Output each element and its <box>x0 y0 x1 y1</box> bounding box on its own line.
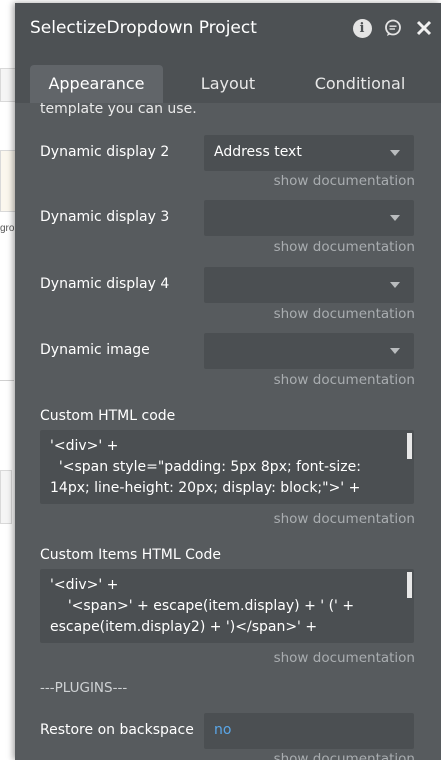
chevron-down-icon <box>390 348 400 354</box>
canvas-element-fragment <box>0 470 12 524</box>
dynamic-image-dropdown[interactable] <box>204 333 414 369</box>
show-documentation-link[interactable]: show documentation <box>274 173 415 189</box>
show-documentation-link[interactable]: show documentation <box>274 511 415 527</box>
code-scrollbar[interactable] <box>407 433 412 459</box>
show-documentation-link[interactable]: show documentation <box>274 650 415 666</box>
chat-icon[interactable] <box>382 17 404 39</box>
canvas-element-fragment <box>0 68 16 102</box>
intro-text: template you can use. <box>40 103 197 117</box>
dynamic-display-3-label: Dynamic display 3 <box>40 209 170 225</box>
dynamic-display-2-label: Dynamic display 2 <box>40 144 170 160</box>
tab-conditional[interactable]: Conditional <box>293 65 427 103</box>
dynamic-image-label: Dynamic image <box>40 342 150 358</box>
info-icon[interactable]: i <box>351 17 373 39</box>
restore-on-backspace-input[interactable]: no <box>204 713 414 749</box>
dynamic-display-4-dropdown[interactable] <box>204 267 414 303</box>
custom-html-label: Custom HTML code <box>40 408 176 424</box>
dynamic-display-2-dropdown[interactable]: Address text <box>204 135 414 171</box>
dynamic-display-4-label: Dynamic display 4 <box>40 276 170 292</box>
property-editor-panel: SelectizeDropdown Project i Appearance L… <box>15 3 441 760</box>
restore-on-backspace-label: Restore on backspace <box>40 722 194 738</box>
panel-header[interactable]: SelectizeDropdown Project i <box>15 3 441 55</box>
tab-appearance[interactable]: Appearance <box>30 65 163 103</box>
custom-items-html-label: Custom Items HTML Code <box>40 547 221 563</box>
code-scrollbar[interactable] <box>407 572 412 598</box>
plugins-header: ---PLUGINS--- <box>40 680 128 696</box>
canvas-divider <box>0 380 14 381</box>
input-value: no <box>214 722 232 738</box>
canvas-element-fragment <box>0 150 16 212</box>
chevron-down-icon <box>390 150 400 156</box>
custom-html-editor[interactable]: '<div>' + '<span style="padding: 5px 8px… <box>40 430 414 504</box>
tab-layout[interactable]: Layout <box>163 65 293 103</box>
chevron-down-icon <box>390 215 400 221</box>
custom-html-code: '<div>' + '<span style="padding: 5px 8px… <box>50 438 361 496</box>
show-documentation-link[interactable]: show documentation <box>274 306 415 322</box>
canvas-text-fragment: gro <box>0 223 15 234</box>
chevron-down-icon <box>390 282 400 288</box>
custom-items-html-code: '<div>' + '<span>' + escape(item.display… <box>50 577 355 635</box>
tab-bar: Appearance Layout Conditional <box>15 55 441 103</box>
dropdown-value: Address text <box>214 144 302 160</box>
appearance-content[interactable]: template you can use. Dynamic display 2 … <box>15 103 441 760</box>
show-documentation-link[interactable]: show documentation <box>274 372 415 388</box>
show-documentation-link[interactable]: show documentation <box>274 751 415 760</box>
panel-title: SelectizeDropdown Project <box>30 18 257 38</box>
show-documentation-link[interactable]: show documentation <box>274 239 415 255</box>
close-icon[interactable] <box>413 17 435 39</box>
custom-items-html-editor[interactable]: '<div>' + '<span>' + escape(item.display… <box>40 569 414 643</box>
dynamic-display-3-dropdown[interactable] <box>204 200 414 236</box>
